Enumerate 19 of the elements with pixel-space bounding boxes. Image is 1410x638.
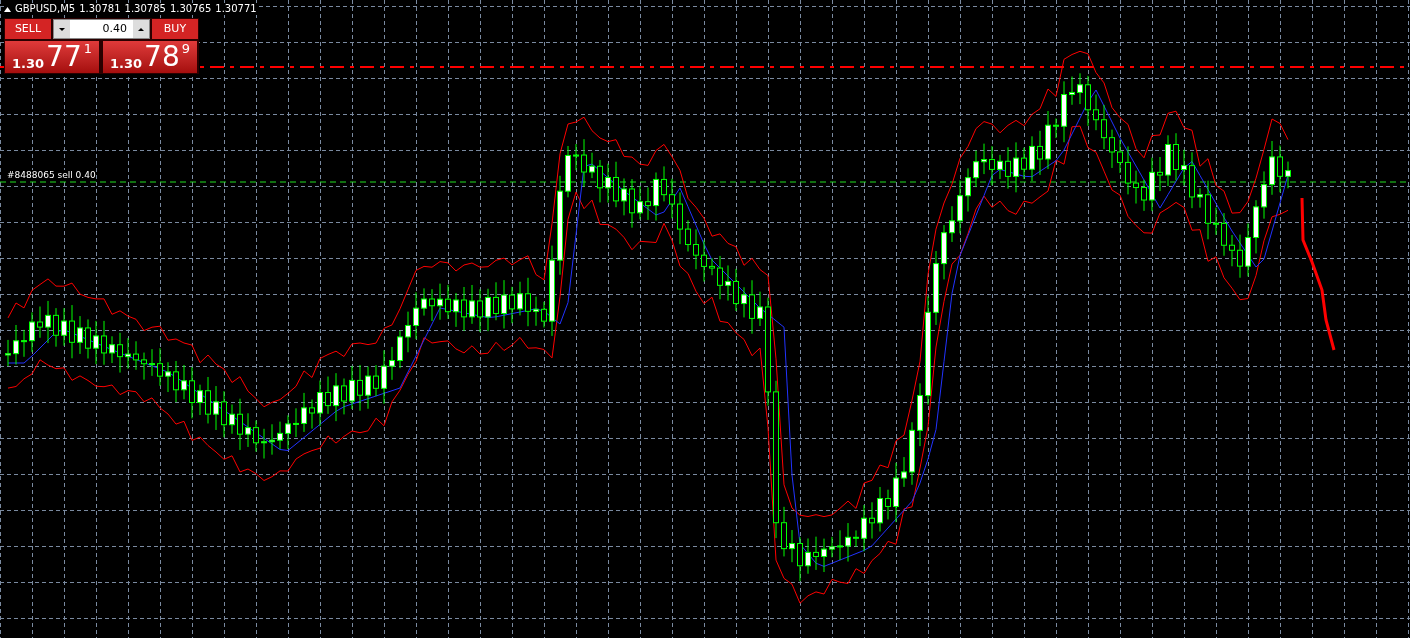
buy-button[interactable]: BUY xyxy=(152,19,198,39)
decrease-icon[interactable] xyxy=(54,20,70,38)
price-pip: 9 xyxy=(181,41,190,56)
price-main: 78 xyxy=(144,42,180,72)
volume-spinner[interactable]: 0.40 xyxy=(53,19,150,39)
quote-value: 1.30771 xyxy=(215,3,257,15)
order-label: #8488065 sell 0.40 xyxy=(7,170,96,181)
quote-value: 1.30781 xyxy=(79,3,121,15)
collapse-icon[interactable] xyxy=(4,6,11,12)
symbol-label: GBPUSD,M5 xyxy=(15,3,76,15)
sell-button[interactable]: SELL xyxy=(5,19,51,39)
price-prefix: 1.30 xyxy=(110,56,143,72)
increase-icon[interactable] xyxy=(133,20,149,38)
price-prefix: 1.30 xyxy=(12,56,45,72)
quote-value: 1.30785 xyxy=(124,3,166,15)
quote-value: 1.30765 xyxy=(169,3,212,15)
price-pip: 1 xyxy=(83,41,92,56)
price-main: 77 xyxy=(46,42,82,72)
volume-value: 0.40 xyxy=(101,20,128,37)
